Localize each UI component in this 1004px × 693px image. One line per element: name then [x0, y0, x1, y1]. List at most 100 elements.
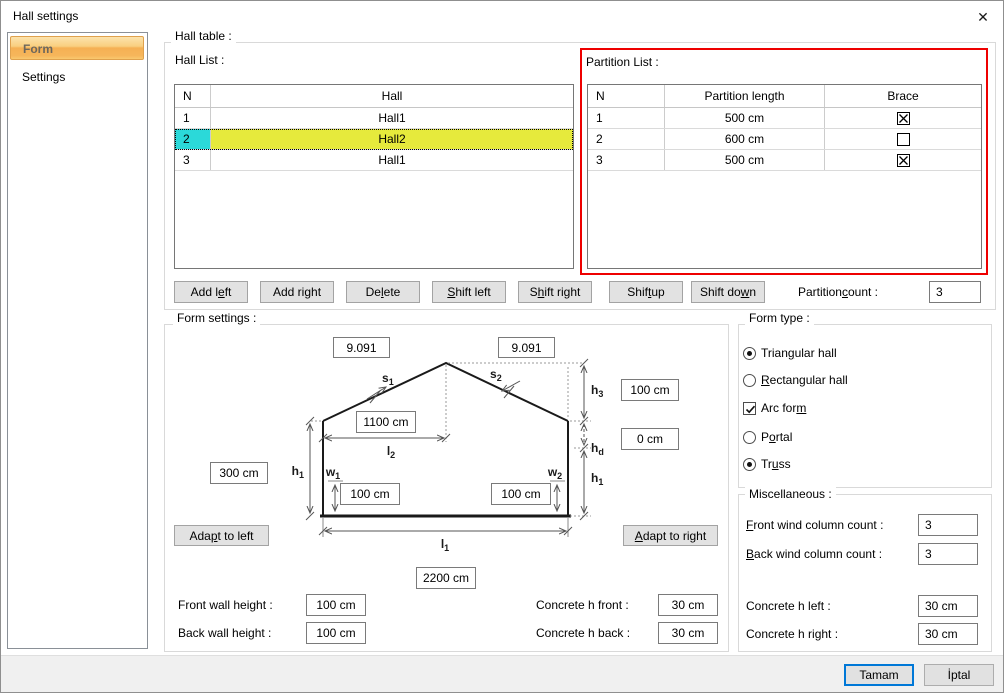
- partition-row[interactable]: 1500 cm: [588, 108, 981, 129]
- brace-checkbox-unchecked[interactable]: [897, 133, 910, 146]
- shift-right-button[interactable]: Shift right: [518, 281, 592, 303]
- h3-input[interactable]: 100 cm: [621, 379, 679, 401]
- hall-row-number[interactable]: 2: [175, 129, 211, 149]
- shift-down-button[interactable]: Shift down: [691, 281, 765, 303]
- hall-row[interactable]: 2Hall2: [175, 129, 573, 150]
- shift-left-button[interactable]: Shift left: [432, 281, 506, 303]
- partition-header-brace: Brace: [825, 85, 981, 107]
- w1-input[interactable]: 100 cm: [340, 483, 400, 505]
- radio-icon: [743, 347, 756, 360]
- partition-row-length[interactable]: 600 cm: [665, 129, 825, 149]
- back-wind-column-count-input[interactable]: 3: [918, 543, 978, 565]
- add-left-button[interactable]: Add left: [174, 281, 248, 303]
- form-type-group-label: Form type :: [745, 311, 814, 325]
- back-wind-column-count-label: Back wind column count :: [746, 543, 882, 565]
- concrete-h-front-label: Concrete h front :: [536, 594, 629, 616]
- roof-slope-left-input[interactable]: 9.091: [333, 337, 390, 358]
- dialog-title: Hall settings: [13, 9, 78, 23]
- radio-rectangular-hall[interactable]: Rectangular hall: [743, 373, 848, 387]
- partition-row-number[interactable]: 1: [588, 108, 665, 128]
- radio-icon: [743, 458, 756, 471]
- hall-row-name[interactable]: Hall1: [211, 108, 573, 128]
- concrete-h-right-input[interactable]: 30 cm: [918, 623, 978, 645]
- delete-button[interactable]: Delete: [346, 281, 420, 303]
- partition-row-length[interactable]: 500 cm: [665, 108, 825, 128]
- label-s1: s1: [382, 371, 394, 387]
- partition-list-table: N Partition length Brace 1500 cm2600 cm3…: [587, 84, 982, 269]
- add-right-button[interactable]: Add right: [260, 281, 334, 303]
- radio-triangular-hall-label: Triangular hall: [761, 346, 837, 360]
- w2-input[interactable]: 100 cm: [491, 483, 551, 505]
- label-l2: l2: [387, 444, 395, 460]
- radio-portal-label: Portal: [761, 430, 792, 444]
- label-s2: s2: [490, 367, 502, 383]
- adapt-to-right-button[interactable]: Adapt to right: [623, 525, 718, 546]
- hall-row[interactable]: 1Hall1: [175, 108, 573, 129]
- arc-form-checkbox[interactable]: Arc form: [743, 401, 806, 415]
- back-wall-height-input[interactable]: 100 cm: [306, 622, 366, 644]
- concrete-h-left-input[interactable]: 30 cm: [918, 595, 978, 617]
- concrete-h-back-label: Concrete h back :: [536, 622, 630, 644]
- concrete-h-back-input[interactable]: 30 cm: [658, 622, 718, 644]
- label-hd: hd: [591, 441, 604, 457]
- partition-row-length[interactable]: 500 cm: [665, 150, 825, 170]
- h1-left-input[interactable]: 300 cm: [210, 462, 268, 484]
- checkbox-checked-icon: [743, 402, 756, 415]
- hall-row-number[interactable]: 3: [175, 150, 211, 170]
- ok-button[interactable]: Tamam: [844, 664, 914, 686]
- hall-list-label: Hall List :: [175, 53, 224, 67]
- roof-slope-right-input[interactable]: 9.091: [498, 337, 555, 358]
- brace-checkbox-checked[interactable]: [897, 112, 910, 125]
- hall-settings-dialog: Hall settings ✕ Form Settings Hall table…: [0, 0, 1004, 693]
- radio-triangular-hall[interactable]: Triangular hall: [743, 346, 837, 360]
- cancel-button[interactable]: İptal: [924, 664, 994, 686]
- partition-row[interactable]: 3500 cm: [588, 150, 981, 171]
- footer-bar: Tamam İptal: [1, 655, 1003, 692]
- close-icon[interactable]: ✕: [973, 7, 993, 27]
- label-w1: w1: [325, 465, 340, 481]
- front-wind-column-count-label: Front wind column count :: [746, 514, 883, 536]
- radio-icon: [743, 431, 756, 444]
- partition-row[interactable]: 2600 cm: [588, 129, 981, 150]
- hall-row-number[interactable]: 1: [175, 108, 211, 128]
- label-w2: w2: [547, 465, 562, 481]
- radio-portal[interactable]: Portal: [743, 430, 792, 444]
- hall-list-header: N Hall: [175, 85, 573, 108]
- radio-icon: [743, 374, 756, 387]
- partition-list-body: 1500 cm2600 cm3500 cm: [588, 108, 981, 171]
- hall-row[interactable]: 3Hall1: [175, 150, 573, 171]
- front-wind-column-count-input[interactable]: 3: [918, 514, 978, 536]
- l2-input[interactable]: 1100 cm: [356, 411, 416, 433]
- concrete-h-front-input[interactable]: 30 cm: [658, 594, 718, 616]
- hall-row-name[interactable]: Hall1: [211, 150, 573, 170]
- partition-row-brace-cell[interactable]: [825, 129, 981, 149]
- hall-row-name[interactable]: Hall2: [211, 129, 573, 149]
- partition-list-label: Partition List :: [586, 55, 659, 69]
- front-wall-height-label: Front wall height :: [178, 594, 273, 616]
- hall-list-body: 1Hall12Hall23Hall1: [175, 108, 573, 171]
- hall-table-group-label: Hall table :: [171, 29, 236, 43]
- partition-row-number[interactable]: 2: [588, 129, 665, 149]
- front-wall-height-input[interactable]: 100 cm: [306, 594, 366, 616]
- arc-form-label: Arc form: [761, 401, 806, 415]
- radio-truss[interactable]: Truss: [743, 457, 791, 471]
- partition-row-brace-cell[interactable]: [825, 150, 981, 170]
- hall-list-header-hall: Hall: [211, 85, 573, 107]
- brace-checkbox-checked[interactable]: [897, 154, 910, 167]
- sidebar-item-settings[interactable]: Settings: [10, 65, 144, 89]
- sidebar: Form Settings: [7, 32, 148, 649]
- shift-up-button[interactable]: Shift up: [609, 281, 683, 303]
- adapt-to-left-button[interactable]: Adapt to left: [174, 525, 269, 546]
- sidebar-item-form[interactable]: Form: [10, 36, 144, 60]
- concrete-h-left-label: Concrete h left :: [746, 595, 831, 617]
- label-l1: l1: [441, 537, 449, 553]
- l1-input[interactable]: 2200 cm: [416, 567, 476, 589]
- partition-row-brace-cell[interactable]: [825, 108, 981, 128]
- partition-row-number[interactable]: 3: [588, 150, 665, 170]
- concrete-h-right-label: Concrete h right :: [746, 623, 838, 645]
- radio-rectangular-hall-label: Rectangular hall: [761, 373, 848, 387]
- hd-input[interactable]: 0 cm: [621, 428, 679, 450]
- partition-count-input[interactable]: 3: [929, 281, 981, 303]
- back-wall-height-label: Back wall height :: [178, 622, 271, 644]
- partition-header-n: N: [588, 85, 665, 107]
